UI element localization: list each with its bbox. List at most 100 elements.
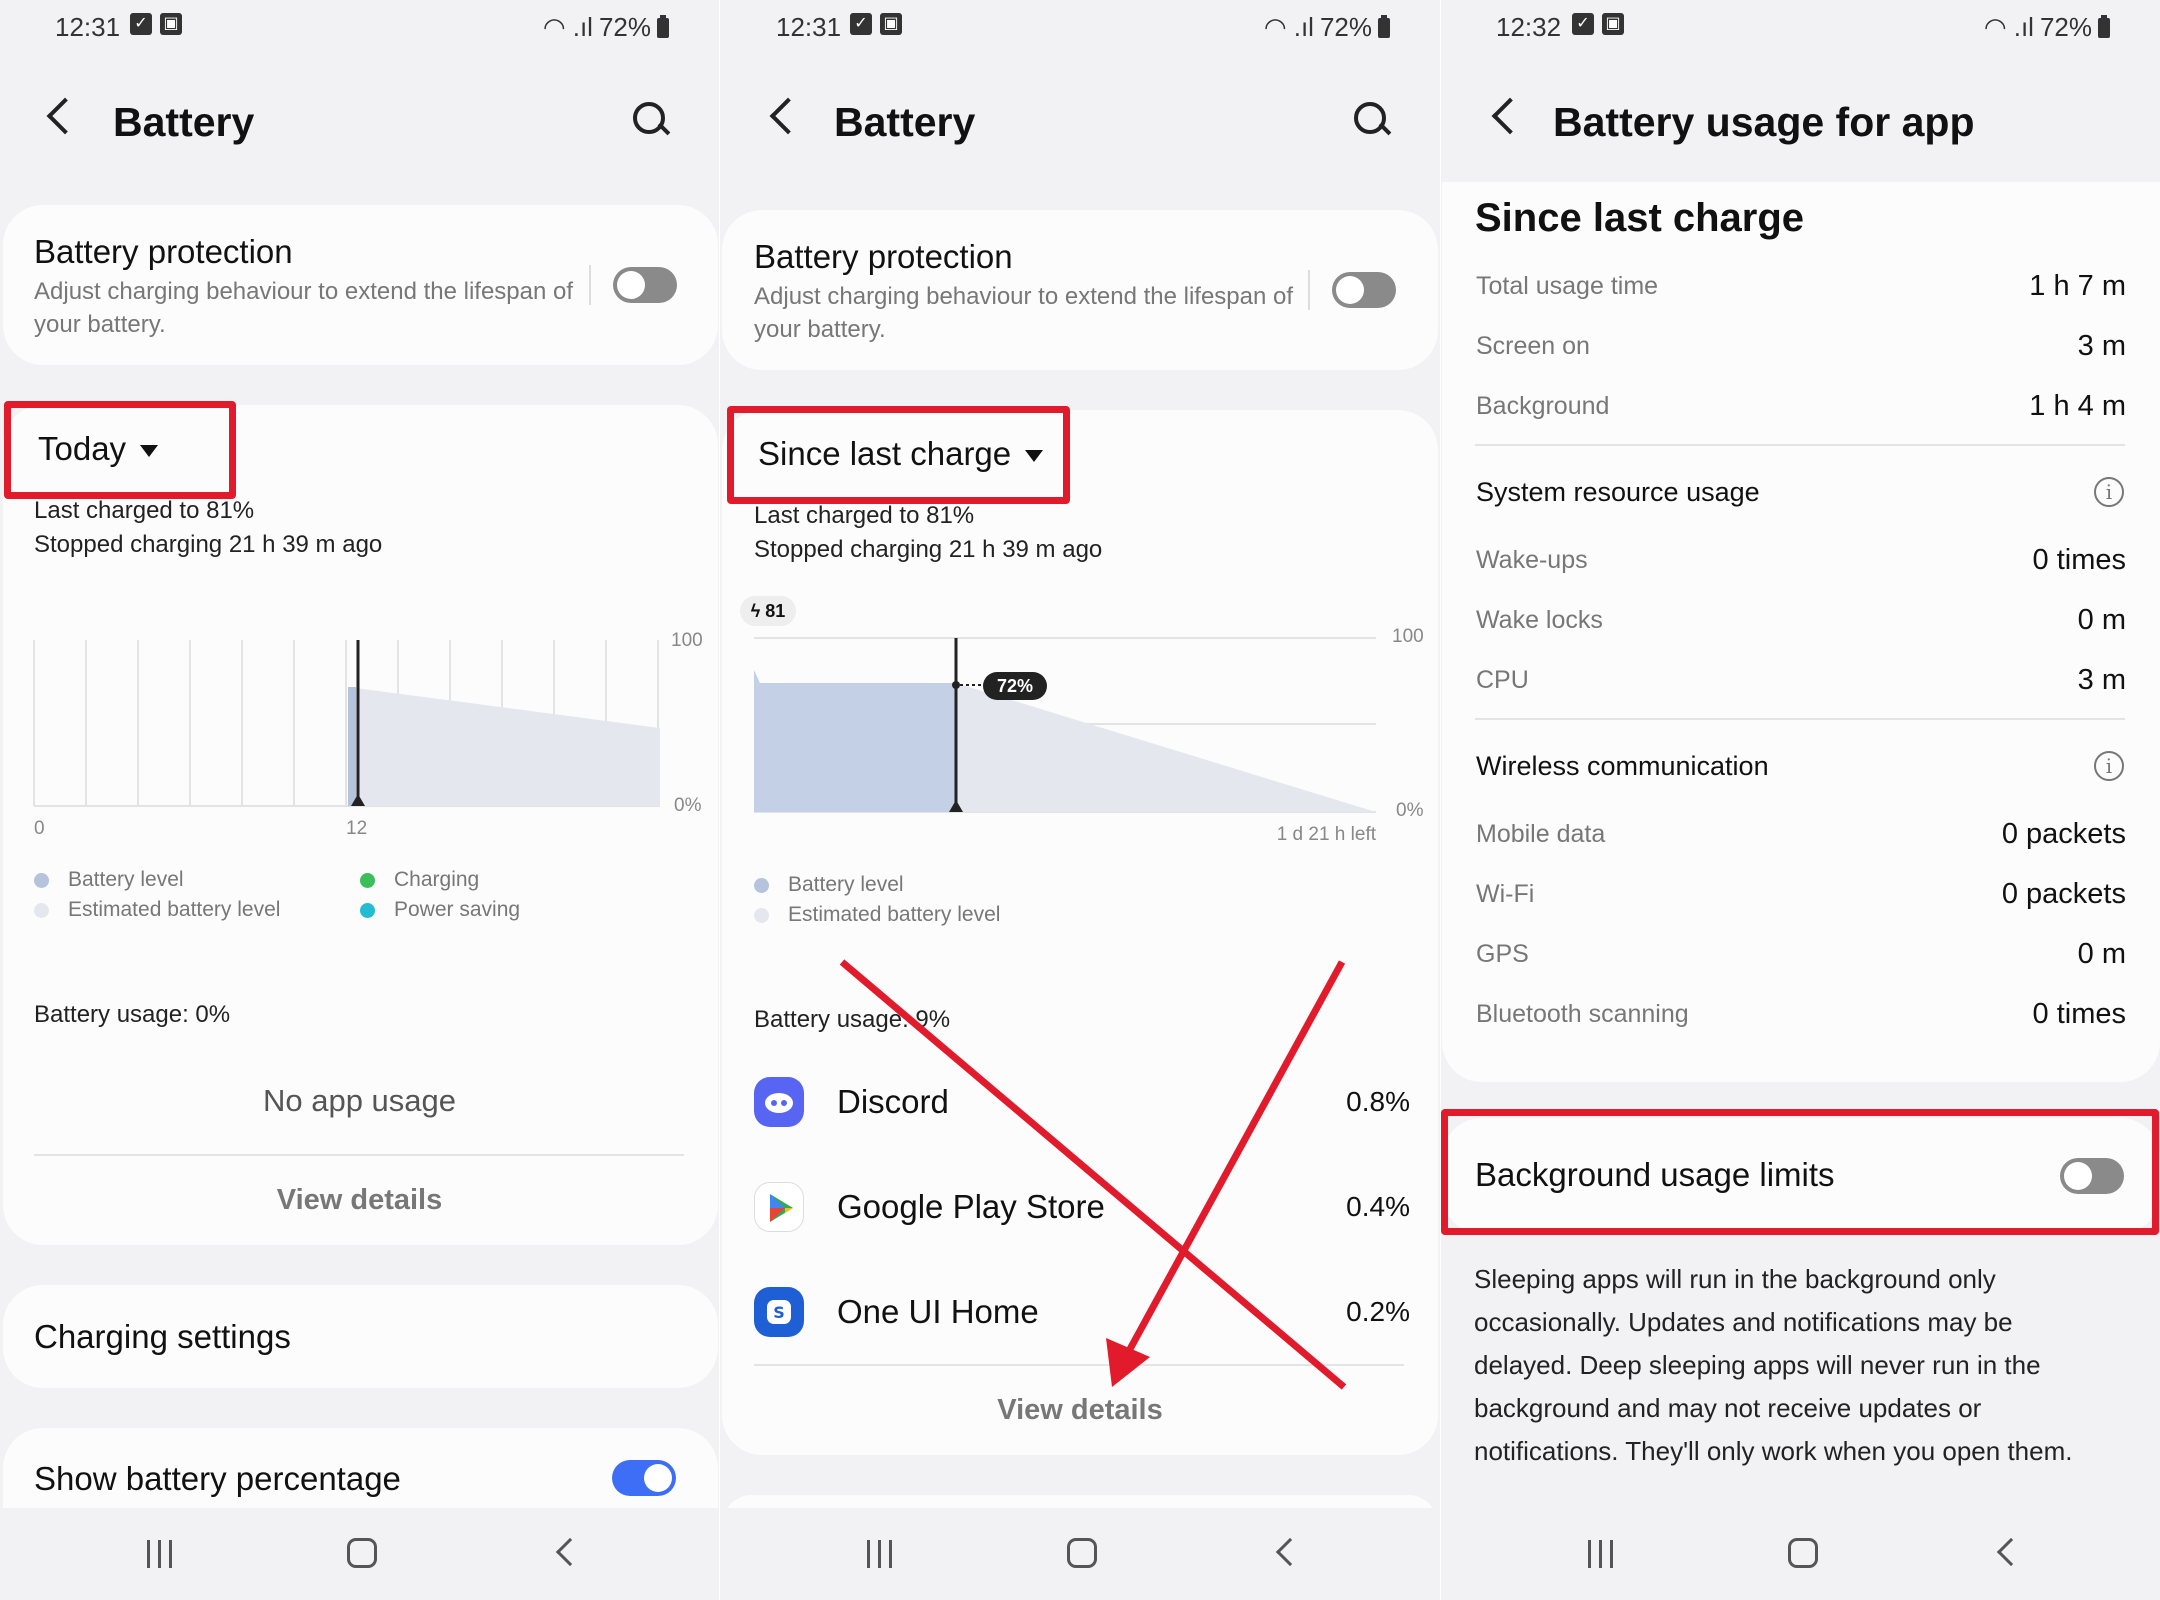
nav-back-icon[interactable] (555, 1537, 585, 1567)
y-axis-top: 100 (671, 630, 703, 651)
row-value-gps: 0 m (2077, 938, 2126, 970)
battery-percent: 72% (2039, 12, 2092, 42)
wifi-signal-icon: ◠ .ıl (1983, 12, 2034, 42)
home-icon[interactable] (1067, 1538, 1097, 1568)
battery-icon (2098, 14, 2110, 38)
show-pct-label: Show battery percentage (34, 1460, 401, 1497)
battery-screen-today: 12:31 ✓ ▣ ◠ .ıl 72% Battery Battery protec… (0, 0, 719, 1600)
gallery-notification-icon: ▣ (1602, 13, 1624, 35)
battery-icon (657, 14, 669, 38)
estimated-battery-area (348, 687, 660, 806)
row-label-cpu: CPU (1476, 666, 1529, 694)
battery-usage-text: Battery usage: 0% (34, 1001, 231, 1028)
show-pct-toggle[interactable] (612, 1460, 676, 1496)
legend-label: Power saving (394, 898, 521, 921)
legend-dot (34, 872, 49, 888)
section-title: Since last charge (1475, 196, 1805, 240)
page-title: Battery usage for app (1553, 99, 1975, 145)
period-label: Today (38, 430, 127, 467)
home-icon[interactable] (347, 1538, 377, 1568)
row-value-total: 1 h 7 m (2029, 270, 2126, 302)
nav-back-icon[interactable] (1275, 1537, 1305, 1567)
y-axis-bottom: 0% (674, 795, 702, 816)
legend-battery-level: Battery level (34, 868, 184, 892)
search-icon[interactable] (633, 102, 669, 138)
row-value-bluetooth: 0 times (2032, 998, 2126, 1030)
nav-back-icon[interactable] (1996, 1537, 2026, 1567)
row-value-mobile-data: 0 packets (2001, 818, 2126, 850)
row-label-wifi: Wi-Fi (1476, 880, 1535, 908)
system-resource-title: System resource usage (1476, 477, 1760, 507)
row-label-wakeups: Wake-ups (1476, 546, 1588, 574)
row-value-wifi: 0 packets (2001, 878, 2126, 910)
nav-bar (1441, 1508, 2160, 1600)
battery-protection-card[interactable]: Battery protection Adjust charging behav… (3, 205, 718, 365)
back-arrow-icon[interactable] (46, 97, 84, 135)
legend-charging: Charging (360, 868, 479, 892)
legend-power-saving: Power saving (360, 898, 520, 922)
status-bar: 12:31 ✓ ▣ ◠ .ıl 72% (0, 0, 719, 52)
legend-label: Estimated battery level (68, 898, 281, 921)
divider (1475, 444, 2125, 446)
app-bar: Battery usage for app (1441, 85, 2160, 160)
row-value-cpu: 3 m (2077, 664, 2126, 696)
row-label-screen-on: Screen on (1476, 332, 1590, 360)
legend-dot (360, 902, 375, 918)
info-icon[interactable]: i (2094, 751, 2124, 781)
period-dropdown[interactable]: Today (38, 430, 159, 468)
row-label-gps: GPS (1476, 940, 1529, 968)
usage-details-card: Since last charge Total usage time 1 h 7… (1442, 182, 2160, 1082)
battery-protection-title: Battery protection (34, 233, 293, 270)
status-bar: 12:32 ✓ ▣ ◠ .ıl 72% (1441, 0, 2160, 52)
wireless-title: Wireless communication (1476, 751, 1769, 781)
divider (1475, 718, 2125, 720)
back-arrow-icon[interactable] (1491, 97, 1529, 135)
view-details-link[interactable]: View details (0, 1184, 719, 1217)
recent-apps-icon[interactable] (1586, 1540, 1616, 1568)
status-time: 12:31 (55, 12, 121, 42)
row-value-wakeups: 0 times (2032, 544, 2126, 576)
arrow-head-main (1106, 1338, 1150, 1387)
battery-protection-toggle[interactable] (613, 267, 677, 303)
charging-settings-card[interactable]: Charging settings (3, 1285, 718, 1388)
row-label-total: Total usage time (1476, 272, 1659, 300)
wifi-signal-icon: ◠ .ıl (542, 12, 593, 42)
last-charged-text: Last charged to 81% (34, 497, 255, 524)
legend-estimated: Estimated battery level (34, 898, 280, 922)
nav-bar (720, 1508, 1440, 1600)
row-label-background: Background (1476, 392, 1610, 420)
dropdown-triangle-icon (140, 445, 159, 458)
row-value-screen-on: 3 m (2077, 330, 2126, 362)
divider (34, 1154, 684, 1156)
recent-apps-icon[interactable] (145, 1540, 175, 1568)
screenshot-stage: 12:31 ✓ ▣ ◠ .ıl 72% Battery Battery protec… (0, 0, 2160, 1600)
battery-protection-desc: Adjust charging behaviour to extend the … (34, 278, 574, 338)
stopped-charging-text: Stopped charging 21 h 39 m ago (34, 531, 383, 558)
nav-bar (0, 1508, 719, 1600)
legend-label: Battery level (68, 868, 184, 891)
checkbox-notification-icon: ✓ (1572, 13, 1594, 35)
legend-dot (360, 872, 375, 888)
row-value-wake-locks: 0 m (2077, 604, 2126, 636)
row-label-wake-locks: Wake locks (1476, 606, 1603, 634)
battery-chart-today (33, 640, 660, 807)
arrow-shaft-main (1120, 960, 1346, 1362)
gallery-notification-icon: ▣ (160, 13, 182, 35)
legend-label: Charging (394, 868, 480, 891)
sleeping-apps-explanation: Sleeping apps will run in the background… (1474, 1264, 2073, 1466)
battery-level-area (348, 687, 356, 806)
home-icon[interactable] (1788, 1538, 1818, 1568)
battery-percent: 72% (598, 12, 651, 42)
page-title: Battery (113, 99, 255, 145)
x-axis-mid: 12 (346, 818, 368, 839)
charging-settings-label: Charging settings (34, 1318, 291, 1355)
recent-apps-icon[interactable] (865, 1540, 895, 1568)
row-label-mobile-data: Mobile data (1476, 820, 1606, 848)
no-app-usage: No app usage (262, 1083, 457, 1118)
battery-screen-since-charge: 12:31 ✓ ▣ ◠ .ıl 72% Battery Battery protec… (720, 0, 1440, 1600)
checkbox-notification-icon: ✓ (130, 13, 152, 35)
x-axis-left: 0 (34, 818, 45, 839)
info-icon[interactable]: i (2094, 477, 2124, 507)
legend-dot (34, 902, 49, 918)
highlight-box-background-limits (1441, 1109, 2159, 1235)
